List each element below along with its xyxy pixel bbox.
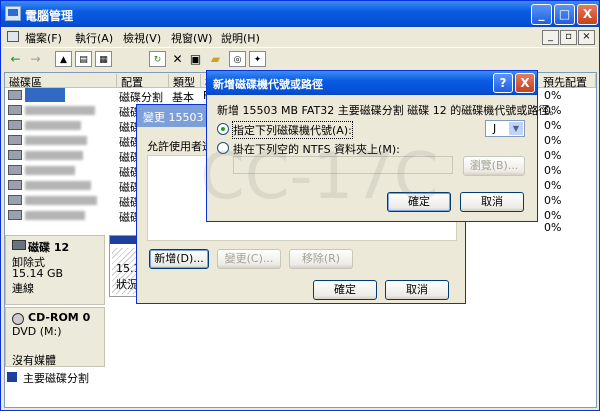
volume-name-redacted [25, 196, 97, 205]
remove-button[interactable]: 移除(R) [289, 249, 353, 269]
volume-name-redacted [25, 106, 95, 115]
mount-folder-radio[interactable] [217, 142, 229, 154]
primary-partition-swatch [7, 372, 17, 382]
menu-bar: 檔案(F) 執行(A) 檢視(V) 視窗(W) 說明(H) [3, 28, 597, 46]
browse-button[interactable]: 瀏覽(B)... [463, 156, 525, 176]
cancel-button[interactable]: 取消 [460, 192, 524, 212]
back-icon[interactable]: ← [7, 51, 24, 67]
cdrom-0-label[interactable]: CD-ROM 0 DVD (M:) 沒有媒體 [5, 307, 105, 367]
disk-name: 磁碟 12 [28, 241, 70, 254]
volume-icon [8, 90, 22, 100]
row-percent: 0% [544, 223, 562, 233]
disk-size: 15.14 GB [12, 267, 64, 280]
child-restore-button[interactable]: ▫ [560, 30, 577, 45]
volume-name-redacted [25, 136, 87, 145]
add-drive-letter-dialog: 新增磁碟機代號或路徑 ? X 新增 15503 MB FAT32 主要磁碟分割 … [206, 70, 560, 222]
wizard-icon[interactable]: ✦ [249, 51, 266, 67]
menu-file[interactable]: 檔案(F) [25, 30, 62, 46]
forward-icon[interactable]: → [27, 51, 44, 67]
close-button[interactable]: X [577, 4, 598, 25]
row-percent: 0% [544, 149, 562, 162]
assign-letter-radio[interactable] [217, 123, 229, 135]
child-minimize-button[interactable]: _ [542, 30, 559, 45]
computer-management-icon [5, 6, 21, 21]
ok-button[interactable]: 確定 [387, 192, 451, 212]
menu-window[interactable]: 視窗(W) [171, 30, 212, 46]
disk-12-label[interactable]: 磁碟 12 卸除式 15.14 GB 連線 [5, 235, 105, 305]
dialog-title: 新增磁碟機代號或路徑 [213, 78, 323, 91]
delete-icon[interactable]: ✕ [169, 51, 186, 67]
chevron-down-icon[interactable]: ▼ [509, 122, 523, 135]
export-icon[interactable]: ▣ [187, 51, 204, 67]
properties-icon[interactable]: ▦ [95, 51, 112, 67]
ok-button[interactable]: 確定 [313, 280, 377, 300]
drive-letter-value: J [493, 122, 497, 135]
cdrom-icon [12, 313, 24, 325]
refresh-icon[interactable]: ↻ [149, 51, 166, 67]
volume-name-redacted [25, 151, 83, 160]
volume-icon [8, 165, 22, 175]
volume-icon [8, 120, 22, 130]
column-type[interactable]: 類型 [169, 74, 201, 89]
menu-help[interactable]: 說明(H) [221, 30, 260, 46]
zoom-icon[interactable]: ◎ [229, 51, 246, 67]
column-volume[interactable]: 磁碟區 [5, 74, 117, 89]
row-percent: 0% [544, 179, 562, 192]
legend-label: 主要磁碟分割 [23, 372, 89, 385]
drive-letter-select[interactable]: J ▼ [485, 120, 525, 137]
volume-icon [8, 195, 22, 205]
child-window-controls: _ ▫ × [541, 29, 595, 45]
row-percent: 0% [544, 164, 562, 177]
menu-view[interactable]: 檢視(V) [123, 30, 161, 46]
volume-name-redacted [25, 211, 85, 220]
open-icon[interactable]: ▰ [207, 51, 224, 67]
row-percent: 0% [544, 134, 562, 147]
change-button[interactable]: 變更(C)... [217, 249, 281, 269]
row-percent: 0% [544, 89, 562, 102]
dialog-text: 允許使用者透 [147, 140, 213, 153]
system-menu-icon[interactable] [7, 31, 19, 42]
volume-name-selected [25, 88, 65, 102]
dialog-title-bar[interactable]: 新增磁碟機代號或路徑 ? X [207, 71, 537, 95]
child-close-button[interactable]: × [578, 30, 595, 45]
volume-icon [8, 135, 22, 145]
row-percent: 0% [544, 194, 562, 207]
dialog-description: 新增 15503 MB FAT32 主要磁碟分割 磁碟 12 的磁碟機代號或路徑… [217, 104, 561, 117]
show-tree-icon[interactable]: ▤ [75, 51, 92, 67]
assign-letter-label[interactable]: 指定下列磁碟機代號(A): [232, 121, 353, 139]
add-button[interactable]: 新增(D)... [149, 249, 209, 269]
column-layout[interactable]: 配置 [117, 74, 169, 89]
window-title: 電腦管理 [25, 9, 74, 23]
folder-path-input[interactable] [233, 156, 453, 174]
cdrom-name: CD-ROM 0 [28, 311, 91, 324]
volume-icon [8, 150, 22, 160]
close-button[interactable]: X [515, 73, 535, 93]
column-percent[interactable]: 預先配置 [539, 74, 596, 89]
row-percent: 0% [544, 119, 562, 132]
mount-folder-label[interactable]: 掛在下列空的 NTFS 資料夾上(M): [233, 141, 400, 157]
toolbar: ← → ▲ ▤ ▦ ↻ ✕ ▣ ▰ ◎ ✦ [3, 47, 597, 69]
volume-name-redacted [25, 166, 75, 175]
cdrom-status: 沒有媒體 [12, 354, 56, 367]
cdrom-drive: DVD (M:) [12, 325, 62, 338]
title-bar[interactable]: 電腦管理 _ □ X [1, 1, 599, 27]
volume-name-redacted [25, 181, 91, 190]
up-folder-icon[interactable]: ▲ [55, 51, 72, 67]
menu-action[interactable]: 執行(A) [75, 30, 113, 46]
maximize-button[interactable]: □ [554, 4, 575, 25]
volume-name-redacted [25, 121, 81, 130]
minimize-button[interactable]: _ [531, 4, 552, 25]
cancel-button[interactable]: 取消 [385, 280, 449, 300]
help-button[interactable]: ? [493, 73, 513, 93]
volume-icon [8, 210, 22, 220]
removable-disk-icon [12, 240, 26, 250]
volume-icon [8, 105, 22, 115]
disk-status: 連線 [12, 282, 34, 295]
volume-icon [8, 180, 22, 190]
row-percent: 0% [544, 209, 562, 222]
partition-status: 狀況 [116, 278, 138, 291]
